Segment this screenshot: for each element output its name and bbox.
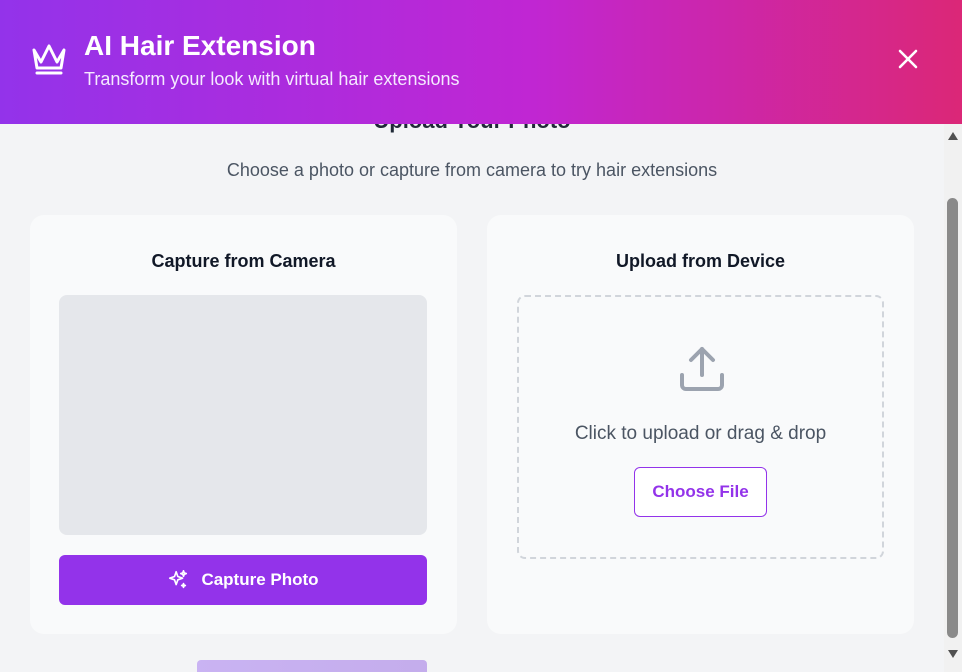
upload-card: Upload from Device Click to upload or dr…	[487, 215, 914, 634]
upload-card-title: Upload from Device	[615, 251, 786, 271]
modal-title: AI Hair Extension	[84, 30, 316, 61]
vertical-scrollbar[interactable]	[944, 124, 962, 672]
modal-subtitle: Transform your look with virtual hair ex…	[84, 69, 460, 89]
scroll-down-arrow-icon[interactable]	[948, 650, 958, 658]
upload-icon	[680, 347, 724, 391]
scrollbar-thumb[interactable]	[947, 198, 958, 638]
crown-icon	[32, 44, 66, 75]
hair-extension-modal: Upload Your Photo Choose a photo or capt…	[0, 0, 962, 672]
modal-header: AI Hair Extension Transform your look wi…	[0, 0, 962, 124]
camera-card: Capture from Camera Capture Photo	[30, 215, 457, 634]
section-subtitle: Choose a photo or capture from camera to…	[226, 160, 718, 180]
camera-preview	[59, 295, 427, 535]
capture-photo-button[interactable]: Capture Photo	[59, 555, 427, 605]
next-button-peek	[197, 660, 427, 672]
dropzone-text: Click to upload or drag & drop	[574, 423, 827, 444]
camera-card-title: Capture from Camera	[151, 251, 336, 271]
file-dropzone[interactable]: Click to upload or drag & drop Choose Fi…	[517, 295, 884, 559]
sparkles-icon	[169, 570, 188, 589]
choose-file-button[interactable]: Choose File	[634, 467, 767, 517]
capture-photo-label: Capture Photo	[201, 570, 319, 589]
close-icon[interactable]	[893, 44, 923, 74]
scroll-up-arrow-icon[interactable]	[948, 132, 958, 140]
